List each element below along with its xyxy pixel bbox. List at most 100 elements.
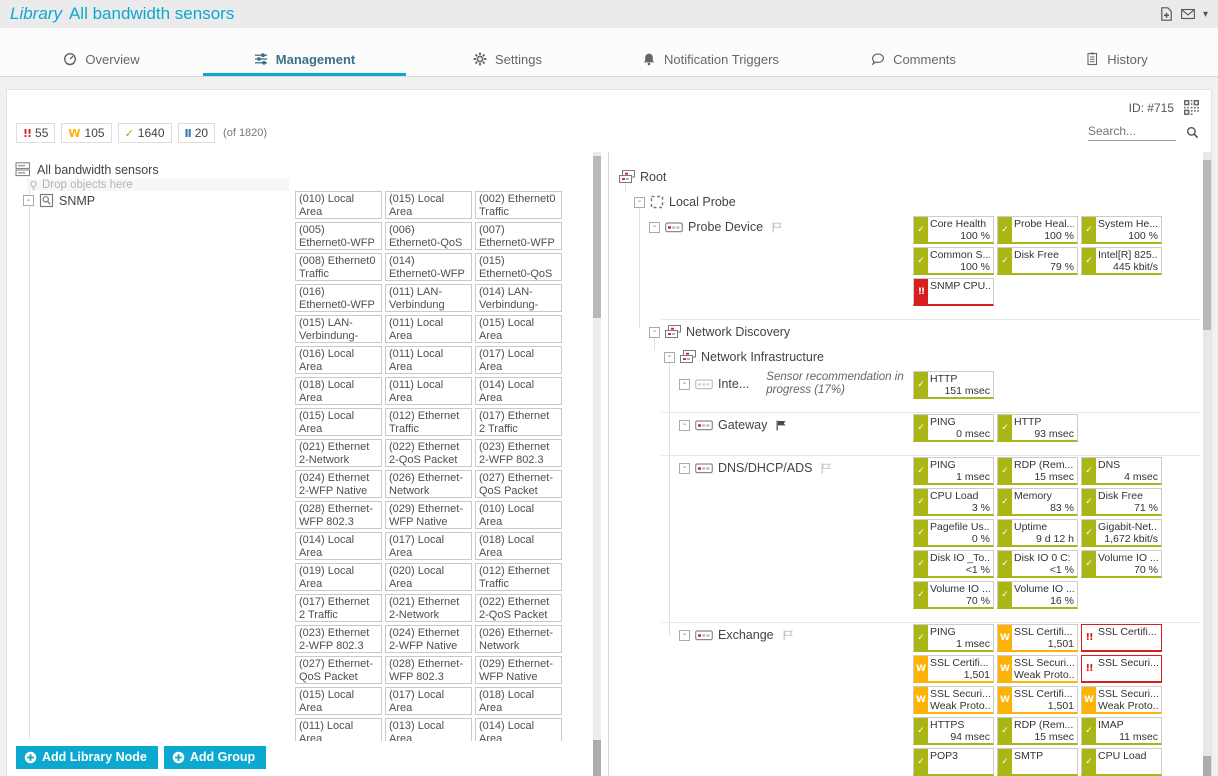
sensor-tile[interactable]: !!SSL Securi... [1081, 655, 1162, 683]
library-tile[interactable]: (011) Local Area [385, 346, 472, 374]
sensor-tile[interactable]: ✓IMAP11 msec [1081, 717, 1162, 745]
library-tile[interactable]: (016) Local Area [295, 346, 382, 374]
library-tile[interactable]: (026) Ethernet-Network [475, 625, 562, 653]
library-tile[interactable]: (008) Ethernet0 Traffic [295, 253, 382, 281]
sensor-tile[interactable]: ✓HTTP93 msec [997, 414, 1078, 442]
sensor-tile[interactable]: ✓POP3 [913, 748, 994, 776]
library-tile[interactable]: (006) Ethernet0-QoS Packet [385, 222, 472, 250]
tab-overview[interactable]: Overview [0, 45, 203, 76]
library-tile[interactable]: (014) LAN-Verbindung-QoS [475, 284, 562, 312]
status-badge-warning[interactable]: W 105 [61, 123, 111, 143]
library-tile[interactable]: (027) Ethernet-QoS Packet [475, 470, 562, 498]
library-tile[interactable]: (024) Ethernet 2-WFP Native [385, 625, 472, 653]
library-tile[interactable]: (012) Ethernet Traffic [385, 408, 472, 436]
sensor-tile[interactable]: ✓System He...100 % [1081, 216, 1162, 244]
tree-node-local-probe[interactable]: -Local Probe [609, 189, 1201, 213]
library-tile[interactable]: (017) Local Area [385, 687, 472, 715]
library-tile[interactable]: (020) Local Area [385, 563, 472, 591]
add-library-node-button[interactable]: Add Library Node [16, 746, 158, 769]
expand-toggle[interactable]: - [649, 327, 660, 338]
email-icon[interactable] [1181, 7, 1195, 21]
library-tile[interactable]: (015) Local Area [295, 408, 382, 436]
expand-toggle[interactable]: - [664, 352, 675, 363]
library-tile[interactable]: (010) Local Area [475, 501, 562, 529]
sensor-tile[interactable]: WSSL Certifi...1,501 [997, 686, 1078, 714]
scrollbar-thumb[interactable] [1203, 160, 1211, 330]
sensor-tile[interactable]: ✓Volume IO ...70 % [913, 581, 994, 609]
library-tile[interactable]: (014) Ethernet0-WFP Native [385, 253, 472, 281]
sensor-tile[interactable]: ✓Intel[R] 825...445 kbit/s [1081, 247, 1162, 275]
caret-down-icon[interactable]: ▾ [1203, 9, 1208, 20]
expand-toggle[interactable]: - [23, 195, 34, 206]
sensor-tile[interactable]: !!SSL Certifi... [1081, 624, 1162, 652]
library-tile[interactable]: (021) Ethernet 2-Network [295, 439, 382, 467]
expand-toggle[interactable]: - [679, 379, 690, 390]
sensor-tile[interactable]: ✓Disk Free79 % [997, 247, 1078, 275]
tree-node-network-discovery[interactable]: -Network Discovery [609, 319, 1201, 343]
scrollbar-thumb[interactable] [593, 156, 601, 318]
library-tile[interactable]: (015) Ethernet0-QoS Packet [475, 253, 562, 281]
library-tile[interactable]: (011) Local Area [295, 718, 382, 741]
sensor-tile[interactable]: ✓Disk Free71 % [1081, 488, 1162, 516]
sensor-tile[interactable]: ✓HTTP151 msec [913, 371, 994, 399]
sensor-tile[interactable]: ✓RDP (Rem...15 msec [997, 457, 1078, 485]
library-tile[interactable]: (012) Ethernet Traffic [475, 563, 562, 591]
qr-code-icon[interactable] [1184, 100, 1199, 115]
sensor-tile[interactable]: ✓SMTP [997, 748, 1078, 776]
tab-management[interactable]: Management [203, 45, 406, 76]
tab-comments[interactable]: Comments [812, 45, 1015, 76]
sensor-tile[interactable]: ✓PING1 msec [913, 457, 994, 485]
sensor-tile[interactable]: ✓PING0 msec [913, 414, 994, 442]
library-tile[interactable]: (017) Ethernet 2 Traffic [475, 408, 562, 436]
sensor-tile[interactable]: !!SNMP CPU... [913, 278, 994, 306]
tab-notification-triggers[interactable]: Notification Triggers [609, 45, 812, 76]
sensor-tile[interactable]: ✓Disk IO _To...<1 % [913, 550, 994, 578]
add-report-icon[interactable] [1159, 7, 1173, 21]
library-tile[interactable]: (026) Ethernet-Network [385, 470, 472, 498]
library-tile[interactable]: (013) Local Area [385, 718, 472, 741]
library-tile[interactable]: (027) Ethernet-QoS Packet [295, 656, 382, 684]
library-tile[interactable]: (016) Ethernet0-WFP 802.3 [295, 284, 382, 312]
library-tile[interactable]: (002) Ethernet0 Traffic [475, 191, 562, 219]
sensor-tile[interactable]: WSSL Securi...Weak Proto... [913, 686, 994, 714]
library-tile[interactable]: (015) Local Area [295, 687, 382, 715]
sensor-tile[interactable]: ✓CPU Load3 % [913, 488, 994, 516]
sensor-tile[interactable]: ✓Common S...100 % [913, 247, 994, 275]
left-panel-scrollbar[interactable] [593, 152, 601, 776]
library-tile[interactable]: (029) Ethernet-WFP Native [475, 656, 562, 684]
right-panel-scrollbar[interactable] [1203, 152, 1211, 776]
sensor-tile[interactable]: ✓PING1 msec [913, 624, 994, 652]
library-tile[interactable]: (011) LAN-Verbindung [385, 284, 472, 312]
sensor-tile[interactable]: WSSL Securi...Weak Proto... [1081, 686, 1162, 714]
library-tile[interactable]: (010) Local Area [295, 191, 382, 219]
expand-toggle[interactable]: - [634, 197, 645, 208]
sensor-tile[interactable]: ✓DNS4 msec [1081, 457, 1162, 485]
library-tile[interactable]: (005) Ethernet0-WFP Native [295, 222, 382, 250]
library-tile[interactable]: (023) Ethernet 2-WFP 802.3 [475, 439, 562, 467]
status-badge-ok[interactable]: ✓ 1640 [118, 123, 172, 143]
expand-toggle[interactable]: - [649, 222, 660, 233]
library-tile[interactable]: (023) Ethernet 2-WFP 802.3 [295, 625, 382, 653]
search-icon[interactable] [1186, 126, 1199, 141]
library-tile[interactable]: (017) Ethernet 2 Traffic [295, 594, 382, 622]
sensor-tile[interactable]: ✓RDP (Rem...15 msec [997, 717, 1078, 745]
sensor-tile[interactable]: WSSL Certifi...1,501 [997, 624, 1078, 652]
library-tile[interactable]: (014) Local Area [295, 532, 382, 560]
library-tile[interactable]: (017) Local Area [475, 346, 562, 374]
library-tile[interactable]: (015) Local Area [385, 191, 472, 219]
expand-toggle[interactable]: - [679, 630, 690, 641]
sensor-tile[interactable]: ✓Probe Heal...100 % [997, 216, 1078, 244]
sensor-tile[interactable]: ✓Volume IO ...16 % [997, 581, 1078, 609]
expand-toggle[interactable]: - [679, 463, 690, 474]
library-tile[interactable]: (007) Ethernet0-WFP 802.3 [475, 222, 562, 250]
tree-node-snmp[interactable]: - SNMP [23, 193, 295, 208]
library-tile[interactable]: (018) Local Area [475, 687, 562, 715]
tab-settings[interactable]: Settings [406, 45, 609, 76]
sensor-tile[interactable]: ✓Core Health100 % [913, 216, 994, 244]
sensor-tile[interactable]: ✓Pagefile Us...0 % [913, 519, 994, 547]
status-badge-paused[interactable]: II 20 [178, 123, 216, 143]
library-tile[interactable]: (017) Local Area [385, 532, 472, 560]
sensor-tile[interactable]: ✓Memory83 % [997, 488, 1078, 516]
library-tile[interactable]: (014) Local Area [475, 718, 562, 741]
tree-node-all-bandwidth-sensors[interactable]: All bandwidth sensors [15, 162, 295, 177]
